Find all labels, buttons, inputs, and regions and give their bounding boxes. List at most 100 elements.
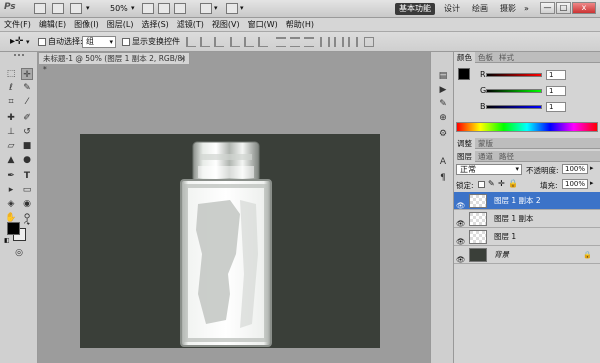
tab-masks[interactable]: 蒙版	[475, 138, 496, 149]
opacity-value[interactable]: 100%	[562, 164, 588, 174]
menu-select[interactable]: 选择(S)	[137, 18, 172, 32]
distribute-left-icon[interactable]	[320, 37, 330, 47]
distribute-vcenter-icon[interactable]	[290, 37, 300, 47]
workspace-essentials[interactable]: 基本功能	[395, 3, 435, 15]
hand-tool-icon[interactable]	[142, 3, 154, 14]
lock-pixels-icon[interactable]: ✎	[488, 179, 495, 188]
eye-icon[interactable]: 👁	[456, 215, 466, 228]
default-colors-icon[interactable]: ◧	[4, 237, 10, 244]
align-right-icon[interactable]	[258, 37, 268, 47]
move-tool-preset-icon[interactable]: ▸✛	[10, 36, 23, 47]
eyedropper-tool-icon[interactable]: ⁄	[21, 96, 33, 108]
quick-mask-icon[interactable]: ◎	[13, 247, 25, 259]
paragraph-panel-icon[interactable]: ¶	[437, 172, 449, 184]
blend-mode-dropdown[interactable]: 正常 ▾	[456, 164, 522, 175]
lock-position-icon[interactable]: ✛	[498, 179, 505, 188]
pen-tool-icon[interactable]: ✒	[5, 170, 17, 182]
menu-edit[interactable]: 编辑(E)	[35, 18, 70, 32]
close-tab-icon[interactable]: ×	[180, 53, 186, 64]
zoom-tool-icon[interactable]	[158, 3, 170, 14]
lock-all-icon[interactable]: 🔒	[508, 179, 518, 188]
document-tab[interactable]: 未标题-1 @ 50% (图层 1 副本 2, RGB/8) * ×	[38, 52, 190, 74]
show-transform-checkbox[interactable]	[122, 38, 130, 46]
workspace-overflow[interactable]: »	[524, 3, 529, 15]
auto-select-dropdown[interactable]: 组 ▾	[82, 36, 116, 48]
3d-orbit-tool-icon[interactable]: ◉	[21, 198, 33, 210]
move-tool-icon[interactable]: ✛	[21, 68, 33, 80]
history-panel-icon[interactable]: ▤	[437, 70, 449, 82]
menu-layer[interactable]: 图层(L)	[103, 18, 138, 32]
fg-color-chip[interactable]	[458, 68, 470, 80]
tab-color[interactable]: 颜色	[454, 52, 475, 63]
color-spectrum-bar[interactable]	[456, 122, 598, 132]
menu-window[interactable]: 窗口(W)	[244, 18, 282, 32]
history-brush-tool-icon[interactable]: ↺	[21, 126, 33, 138]
distribute-right-icon[interactable]	[348, 37, 358, 47]
align-bottom-icon[interactable]	[214, 37, 224, 47]
fill-value[interactable]: 100%	[562, 179, 588, 189]
distribute-top-icon[interactable]	[276, 37, 286, 47]
minibridge-icon[interactable]	[52, 3, 64, 14]
layer-row[interactable]: 👁 图层 1 副本 2	[454, 192, 600, 210]
menu-image[interactable]: 图像(I)	[70, 18, 103, 32]
align-hcenter-icon[interactable]	[244, 37, 254, 47]
document-canvas[interactable]	[80, 134, 380, 348]
bridge-icon[interactable]	[34, 3, 46, 14]
screen-mode-dropdown-icon[interactable]: ▾	[240, 4, 244, 12]
arrange-dropdown-icon[interactable]: ▾	[214, 4, 218, 12]
align-top-icon[interactable]	[186, 37, 196, 47]
eye-icon[interactable]: 👁	[456, 197, 466, 210]
actions-panel-icon[interactable]: ▶	[437, 84, 449, 96]
gradient-tool-icon[interactable]: ■	[21, 140, 33, 152]
eye-icon[interactable]: 👁	[456, 233, 466, 246]
zoom-level[interactable]: 50%	[110, 3, 128, 15]
red-value[interactable]: 1	[546, 70, 566, 80]
tab-swatches[interactable]: 色板	[475, 52, 496, 63]
screen-mode-icon[interactable]	[226, 3, 238, 14]
guides-icon[interactable]	[70, 3, 82, 14]
fill-dropdown-icon[interactable]: ▸	[590, 179, 594, 187]
dodge-tool-icon[interactable]: ●	[21, 154, 33, 166]
dropdown-arrow-icon[interactable]: ▾	[86, 4, 90, 12]
opacity-dropdown-icon[interactable]: ▸	[590, 164, 594, 172]
workspace-design[interactable]: 设计	[440, 3, 464, 15]
clone-stamp-tool-icon[interactable]: ⊥	[5, 126, 17, 138]
distribute-bottom-icon[interactable]	[304, 37, 314, 47]
rotate-view-icon[interactable]	[174, 3, 186, 14]
green-value[interactable]: 1	[546, 86, 566, 96]
green-slider[interactable]	[486, 89, 542, 93]
distribute-hcenter-icon[interactable]	[334, 37, 344, 47]
brush-tool-icon[interactable]: ✐	[21, 112, 33, 124]
red-slider[interactable]	[486, 73, 542, 77]
tool-presets-panel-icon[interactable]: ⚙	[437, 128, 449, 140]
swap-colors-icon[interactable]: ↷	[24, 220, 30, 228]
3d-rotate-tool-icon[interactable]: ◈	[5, 198, 17, 210]
workspace-painting[interactable]: 绘画	[468, 3, 492, 15]
arrange-documents-icon[interactable]	[200, 3, 212, 14]
foreground-color-swatch[interactable]	[7, 222, 20, 235]
menu-filter[interactable]: 滤镜(T)	[173, 18, 208, 32]
preset-dropdown-icon[interactable]: ▾	[26, 38, 30, 46]
layer-row[interactable]: 👁 图层 1 副本	[454, 210, 600, 228]
lasso-tool-icon[interactable]: ℓ	[5, 82, 17, 94]
layer-row[interactable]: 👁 背景 🔒	[454, 246, 600, 264]
shape-tool-icon[interactable]: ▭	[21, 184, 33, 196]
tab-layers[interactable]: 图层	[454, 151, 475, 162]
zoom-dropdown-icon[interactable]: ▾	[131, 4, 135, 12]
minimize-button[interactable]: —	[540, 2, 555, 14]
marquee-tool-icon[interactable]: ⬚	[5, 68, 17, 80]
eye-icon[interactable]: 👁	[456, 251, 466, 264]
tab-styles[interactable]: 样式	[496, 52, 517, 63]
auto-select-checkbox[interactable]	[38, 38, 46, 46]
clone-source-panel-icon[interactable]: ⊕	[437, 112, 449, 124]
quick-select-tool-icon[interactable]: ✎	[21, 82, 33, 94]
menu-file[interactable]: 文件(F)	[0, 18, 35, 32]
tab-paths[interactable]: 路径	[496, 151, 517, 162]
eraser-tool-icon[interactable]: ▱	[5, 140, 17, 152]
workspace-photography[interactable]: 摄影	[496, 3, 520, 15]
blue-slider[interactable]	[486, 105, 542, 109]
healing-brush-tool-icon[interactable]: ✚	[5, 112, 17, 124]
type-tool-icon[interactable]: T	[21, 170, 33, 182]
character-panel-icon[interactable]: A	[437, 156, 449, 168]
align-left-icon[interactable]	[230, 37, 240, 47]
